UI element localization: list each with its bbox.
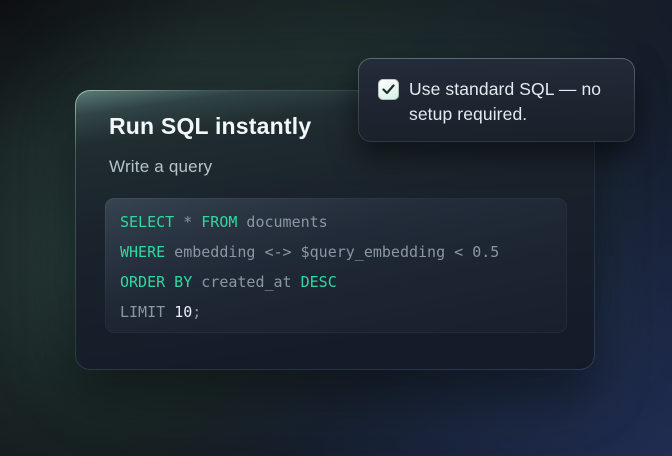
tooltip-line-2: setup required. [409, 102, 601, 127]
sql-token: created_at [192, 273, 300, 291]
sql-token: SELECT [120, 213, 174, 231]
code-line-3: ORDER BY created_at DESC [120, 267, 566, 297]
sql-code-block: SELECT * FROM documents WHERE embedding … [105, 198, 567, 333]
sql-token: WHERE [120, 243, 165, 261]
check-icon [382, 84, 395, 95]
code-line-2: WHERE embedding <-> $query_embedding < 0… [120, 237, 566, 267]
code-line-4: LIMIT 10; [120, 297, 566, 327]
sql-token: FROM [201, 213, 237, 231]
sql-token: LIMIT [120, 303, 174, 321]
sql-token: DESC [301, 273, 337, 291]
sql-token: ORDER BY [120, 273, 192, 291]
standard-sql-checkbox[interactable] [378, 79, 399, 100]
code-line-1: SELECT * FROM documents [120, 207, 566, 237]
sql-token: documents [237, 213, 327, 231]
card-subtitle: Write a query [109, 157, 564, 177]
tooltip-text: Use standard SQL — no setup required. [409, 77, 601, 127]
tooltip: Use standard SQL — no setup required. [358, 58, 635, 142]
sql-token: * [174, 213, 201, 231]
hero-background: Run SQL instantly Write a query SELECT *… [0, 0, 672, 456]
tooltip-line-1: Use standard SQL — no [409, 77, 601, 102]
sql-token: 10 [174, 303, 192, 321]
sql-token: embedding <-> $query_embedding < 0.5 [165, 243, 499, 261]
sql-token: ; [192, 303, 201, 321]
sql-code: SELECT * FROM documents WHERE embedding … [106, 199, 566, 332]
tooltip-body: Use standard SQL — no setup required. [359, 59, 634, 141]
